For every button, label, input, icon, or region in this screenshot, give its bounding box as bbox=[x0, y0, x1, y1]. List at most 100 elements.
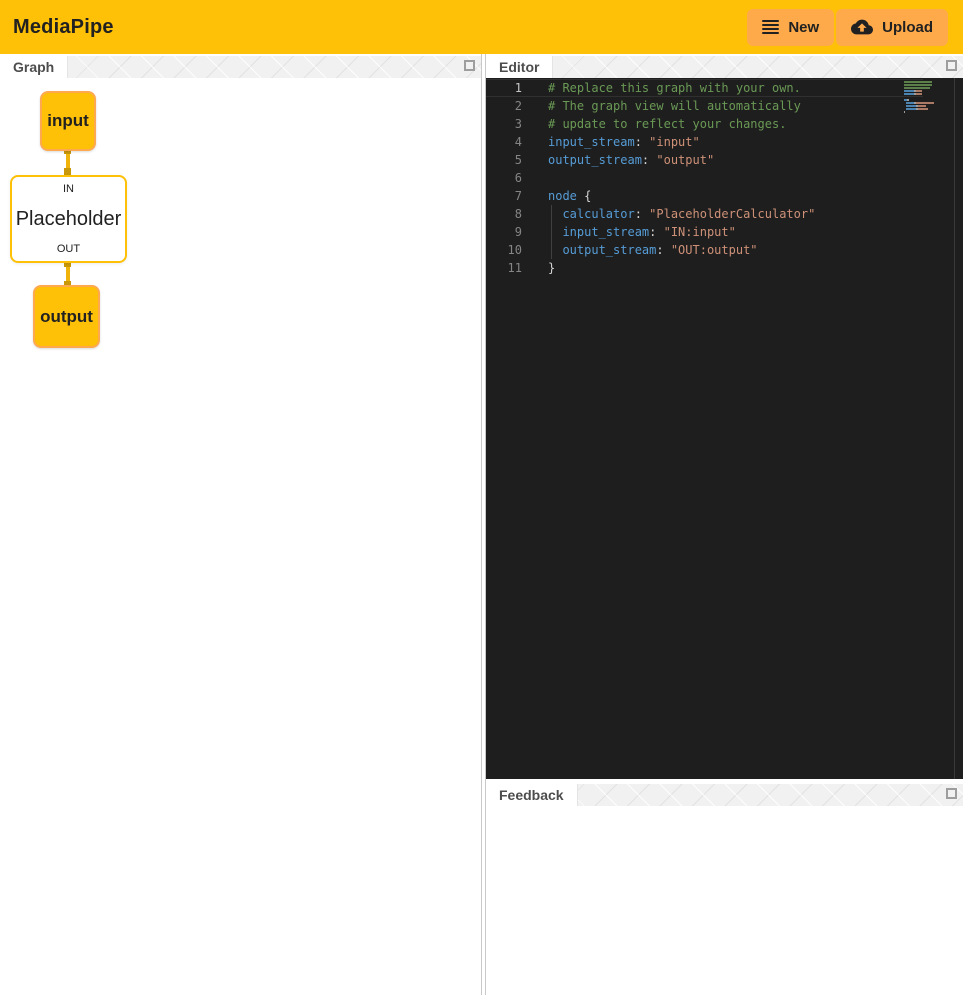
code-line-content: # The graph view will automatically bbox=[548, 97, 801, 115]
graph-node-placeholder[interactable]: IN Placeholder OUT bbox=[10, 175, 127, 263]
minimap-line bbox=[904, 87, 940, 89]
code-line-content: input_stream: "input" bbox=[548, 133, 700, 151]
minimap-line bbox=[904, 102, 940, 104]
tab-feedback[interactable]: Feedback bbox=[486, 784, 578, 806]
app-header: MediaPipe New Upload bbox=[0, 0, 963, 54]
code-token: : bbox=[635, 135, 649, 149]
code-token: "input" bbox=[649, 135, 700, 149]
code-line-content: calculator: "PlaceholderCalculator" bbox=[548, 205, 815, 223]
tab-feedback-label: Feedback bbox=[499, 787, 564, 803]
line-number: 7 bbox=[486, 187, 522, 205]
node-output-label: output bbox=[40, 307, 93, 327]
code-token: calculator bbox=[562, 207, 634, 221]
graph-tabbar: Graph bbox=[0, 56, 481, 78]
port-connector bbox=[64, 168, 71, 175]
new-button[interactable]: New bbox=[747, 9, 834, 46]
code-line[interactable]: 10 output_stream: "OUT:output" bbox=[486, 241, 923, 259]
new-button-label: New bbox=[788, 19, 819, 36]
line-number: 3 bbox=[486, 115, 522, 133]
menu-lines-icon bbox=[762, 20, 779, 34]
feedback-panel: Feedback bbox=[486, 784, 963, 995]
code-token bbox=[548, 225, 562, 239]
code-line-content: input_stream: "IN:input" bbox=[548, 223, 736, 241]
graph-canvas[interactable]: input IN Placeholder OUT output bbox=[0, 78, 481, 995]
code-token: : bbox=[642, 153, 656, 167]
line-number: 4 bbox=[486, 133, 522, 151]
feedback-content bbox=[486, 806, 963, 995]
code-token: input_stream bbox=[562, 225, 649, 239]
code-token: : bbox=[656, 243, 670, 257]
main-area: Graph input IN Placeholder OUT output bbox=[0, 54, 963, 995]
code-token: node bbox=[548, 189, 577, 203]
graph-panel: Graph input IN Placeholder OUT output bbox=[0, 54, 481, 995]
tab-editor-label: Editor bbox=[499, 59, 539, 75]
port-in-label: IN bbox=[63, 183, 74, 195]
graph-maximize-icon[interactable] bbox=[464, 60, 475, 71]
code-token: output_stream bbox=[562, 243, 656, 257]
graph-node-input[interactable]: input bbox=[40, 91, 96, 151]
code-line[interactable]: 2 # The graph view will automatically bbox=[486, 97, 923, 115]
minimap-line bbox=[904, 108, 940, 110]
line-number: 9 bbox=[486, 223, 522, 241]
minimap-line bbox=[904, 99, 940, 101]
code-token: : bbox=[635, 207, 649, 221]
code-line-content: node { bbox=[548, 187, 591, 205]
minimap-line bbox=[904, 81, 940, 83]
port-out-label: OUT bbox=[57, 243, 80, 255]
code-token: output_stream bbox=[548, 153, 642, 167]
editor-tabbar: Editor bbox=[486, 56, 963, 78]
code-line-content: # update to reflect your changes. bbox=[548, 115, 786, 133]
line-number: 8 bbox=[486, 205, 522, 223]
editor-minimap[interactable] bbox=[904, 81, 940, 114]
editor-lines: 1 # Replace this graph with your own. 2 # T… bbox=[486, 79, 923, 277]
tab-graph[interactable]: Graph bbox=[0, 56, 68, 78]
upload-button[interactable]: Upload bbox=[836, 9, 948, 46]
code-line[interactable]: 3 # update to reflect your changes. bbox=[486, 115, 923, 133]
feedback-maximize-icon[interactable] bbox=[946, 788, 957, 799]
code-line[interactable]: 9 input_stream: "IN:input" bbox=[486, 223, 923, 241]
code-line-content: } bbox=[548, 259, 555, 277]
line-number: 6 bbox=[486, 169, 522, 187]
code-token: : bbox=[649, 225, 663, 239]
cloud-upload-icon bbox=[851, 16, 873, 38]
code-line[interactable]: 7 node { bbox=[486, 187, 923, 205]
code-line[interactable]: 1 # Replace this graph with your own. bbox=[486, 79, 923, 97]
code-editor[interactable]: 1 # Replace this graph with your own. 2 # T… bbox=[486, 78, 963, 779]
code-line[interactable]: 6 bbox=[486, 169, 923, 187]
code-line-content: output_stream: "OUT:output" bbox=[548, 241, 758, 259]
graph-node-output[interactable]: output bbox=[33, 285, 100, 348]
code-line[interactable]: 11} bbox=[486, 259, 923, 277]
code-token: "PlaceholderCalculator" bbox=[649, 207, 815, 221]
line-number: 11 bbox=[486, 259, 522, 277]
feedback-tabbar: Feedback bbox=[486, 784, 963, 806]
node-input-label: input bbox=[47, 111, 89, 131]
editor-scrollbar-separator bbox=[954, 78, 955, 779]
code-token: # update to reflect your changes. bbox=[548, 117, 786, 131]
code-token: "OUT:output" bbox=[671, 243, 758, 257]
editor-maximize-icon[interactable] bbox=[946, 60, 957, 71]
code-line[interactable]: 5output_stream: "output" bbox=[486, 151, 923, 169]
line-number: 10 bbox=[486, 241, 522, 259]
code-token: # Replace this graph with your own. bbox=[548, 81, 801, 95]
minimap-line bbox=[904, 90, 940, 92]
tab-editor[interactable]: Editor bbox=[486, 56, 553, 78]
code-token bbox=[548, 243, 562, 257]
code-line-content: # Replace this graph with your own. bbox=[548, 79, 801, 97]
code-line-content: output_stream: "output" bbox=[548, 151, 714, 169]
code-token: "IN:input" bbox=[664, 225, 736, 239]
line-number: 1 bbox=[486, 79, 522, 97]
header-buttons: New Upload bbox=[747, 9, 948, 46]
app-title: MediaPipe bbox=[13, 16, 114, 39]
line-number: 2 bbox=[486, 97, 522, 115]
minimap-line bbox=[904, 84, 940, 86]
code-line[interactable]: 8 calculator: "PlaceholderCalculator" bbox=[486, 205, 923, 223]
code-line[interactable]: 4 input_stream: "input" bbox=[486, 133, 923, 151]
right-column: Editor 1 # Replace this graph with your o… bbox=[486, 54, 963, 995]
code-token: "output" bbox=[656, 153, 714, 167]
minimap-line bbox=[904, 111, 940, 113]
code-token bbox=[548, 207, 562, 221]
code-token: } bbox=[548, 261, 555, 275]
minimap-line bbox=[904, 96, 940, 98]
minimap-line bbox=[904, 93, 940, 95]
code-token: # The graph view will automatically bbox=[548, 99, 801, 113]
